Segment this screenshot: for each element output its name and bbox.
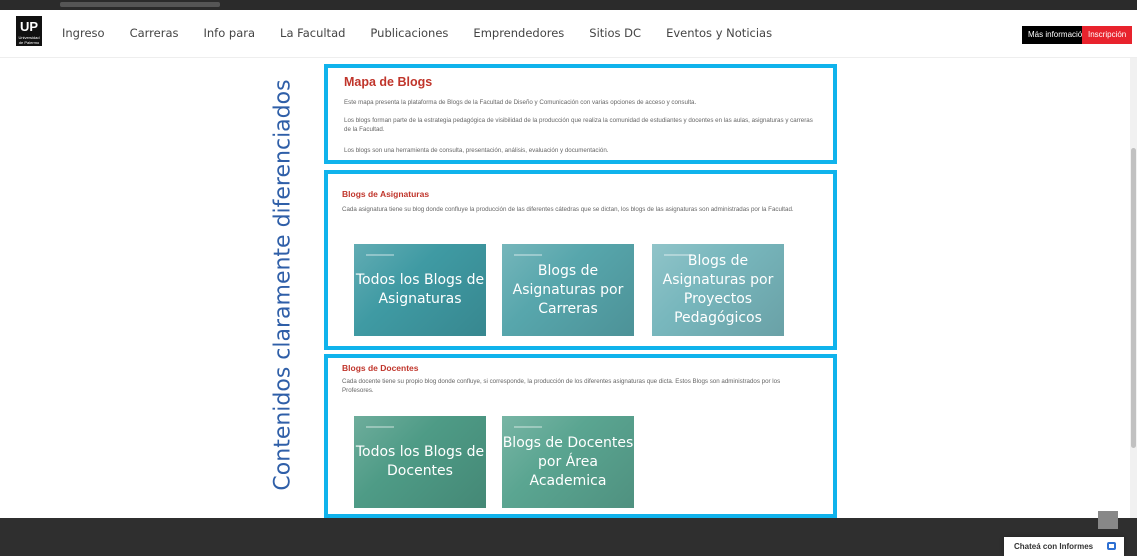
nav-carreras[interactable]: Carreras	[130, 26, 179, 40]
nav-sitios-dc[interactable]: Sitios DC	[589, 26, 641, 40]
annotation-label: Contenidos claramente diferenciados	[270, 79, 296, 491]
section-blogs-de-asignaturas: Blogs de Asignaturas Cada asignatura tie…	[324, 170, 837, 350]
arrow-decoration-icon	[366, 254, 394, 256]
section-paragraph: Este mapa presenta la plataforma de Blog…	[344, 99, 697, 106]
logo-text: UP	[19, 19, 39, 34]
tile-label: Todos los Blogs de Asignaturas	[355, 272, 485, 307]
tile-asignaturas-por-proyectos[interactable]: Blogs de Asignaturas por Proyectos Pedag…	[652, 244, 784, 336]
nav-emprendedores[interactable]: Emprendedores	[473, 26, 564, 40]
nav-eventos-noticias[interactable]: Eventos y Noticias	[666, 26, 772, 40]
url-bar[interactable]	[60, 2, 220, 7]
page-footer	[0, 518, 1137, 556]
arrow-decoration-icon	[514, 254, 542, 256]
section-paragraph: Los blogs son una herramienta de consult…	[344, 147, 609, 154]
section-paragraph: Los blogs forman parte de la estrategia …	[344, 117, 813, 133]
chat-bubble-icon	[1107, 542, 1116, 550]
browser-top-bar	[0, 0, 1137, 10]
section-paragraph: Cada asignatura tiene su blog donde conf…	[342, 206, 794, 213]
main-nav: Ingreso Carreras Info para La Facultad P…	[62, 26, 797, 40]
tile-label: Todos los Blogs de Docentes	[355, 444, 485, 479]
section-paragraph: Cada docente tiene su propio blog donde …	[342, 378, 781, 394]
tile-label: Blogs de Asignaturas por Proyectos Pedag…	[662, 253, 774, 326]
chat-widget[interactable]: Chateá con Informes	[1004, 537, 1124, 556]
section-blogs-de-docentes: Blogs de Docentes Cada docente tiene su …	[324, 354, 837, 518]
section-mapa-de-blogs: Mapa de Blogs Este mapa presenta la plat…	[324, 64, 837, 164]
nav-info-para[interactable]: Info para	[203, 26, 255, 40]
nav-la-facultad[interactable]: La Facultad	[280, 26, 345, 40]
section-title: Blogs de Asignaturas	[342, 189, 430, 199]
tile-label: Blogs de Docentes por Área Academica	[502, 434, 634, 489]
site-navbar: UP Universidad de Palermo Ingreso Carrer…	[0, 10, 1137, 58]
page-scrollbar[interactable]	[1130, 58, 1137, 518]
nav-publicaciones[interactable]: Publicaciones	[370, 26, 448, 40]
logo-subtext: Universidad de Palermo	[18, 35, 40, 45]
scroll-top-button[interactable]	[1098, 511, 1118, 529]
tile-docentes-por-area[interactable]: Blogs de Docentes por Área Academica	[502, 416, 634, 508]
tile-todos-blogs-docentes[interactable]: Todos los Blogs de Docentes	[354, 416, 486, 508]
up-logo[interactable]: UP Universidad de Palermo	[16, 16, 42, 46]
section-title: Mapa de Blogs	[344, 75, 433, 89]
nav-ingreso[interactable]: Ingreso	[62, 26, 105, 40]
arrow-decoration-icon	[514, 426, 542, 428]
scrollbar-thumb[interactable]	[1131, 148, 1136, 448]
tile-label: Blogs de Asignaturas por Carreras	[512, 262, 624, 317]
arrow-decoration-icon	[366, 426, 394, 428]
tile-todos-blogs-asignaturas[interactable]: Todos los Blogs de Asignaturas	[354, 244, 486, 336]
inscripcion-button[interactable]: Inscripción	[1082, 26, 1133, 44]
tile-asignaturas-por-carreras[interactable]: Blogs de Asignaturas por Carreras	[502, 244, 634, 336]
section-title: Blogs de Docentes	[342, 363, 419, 373]
chat-label: Chateá con Informes	[1014, 542, 1094, 551]
